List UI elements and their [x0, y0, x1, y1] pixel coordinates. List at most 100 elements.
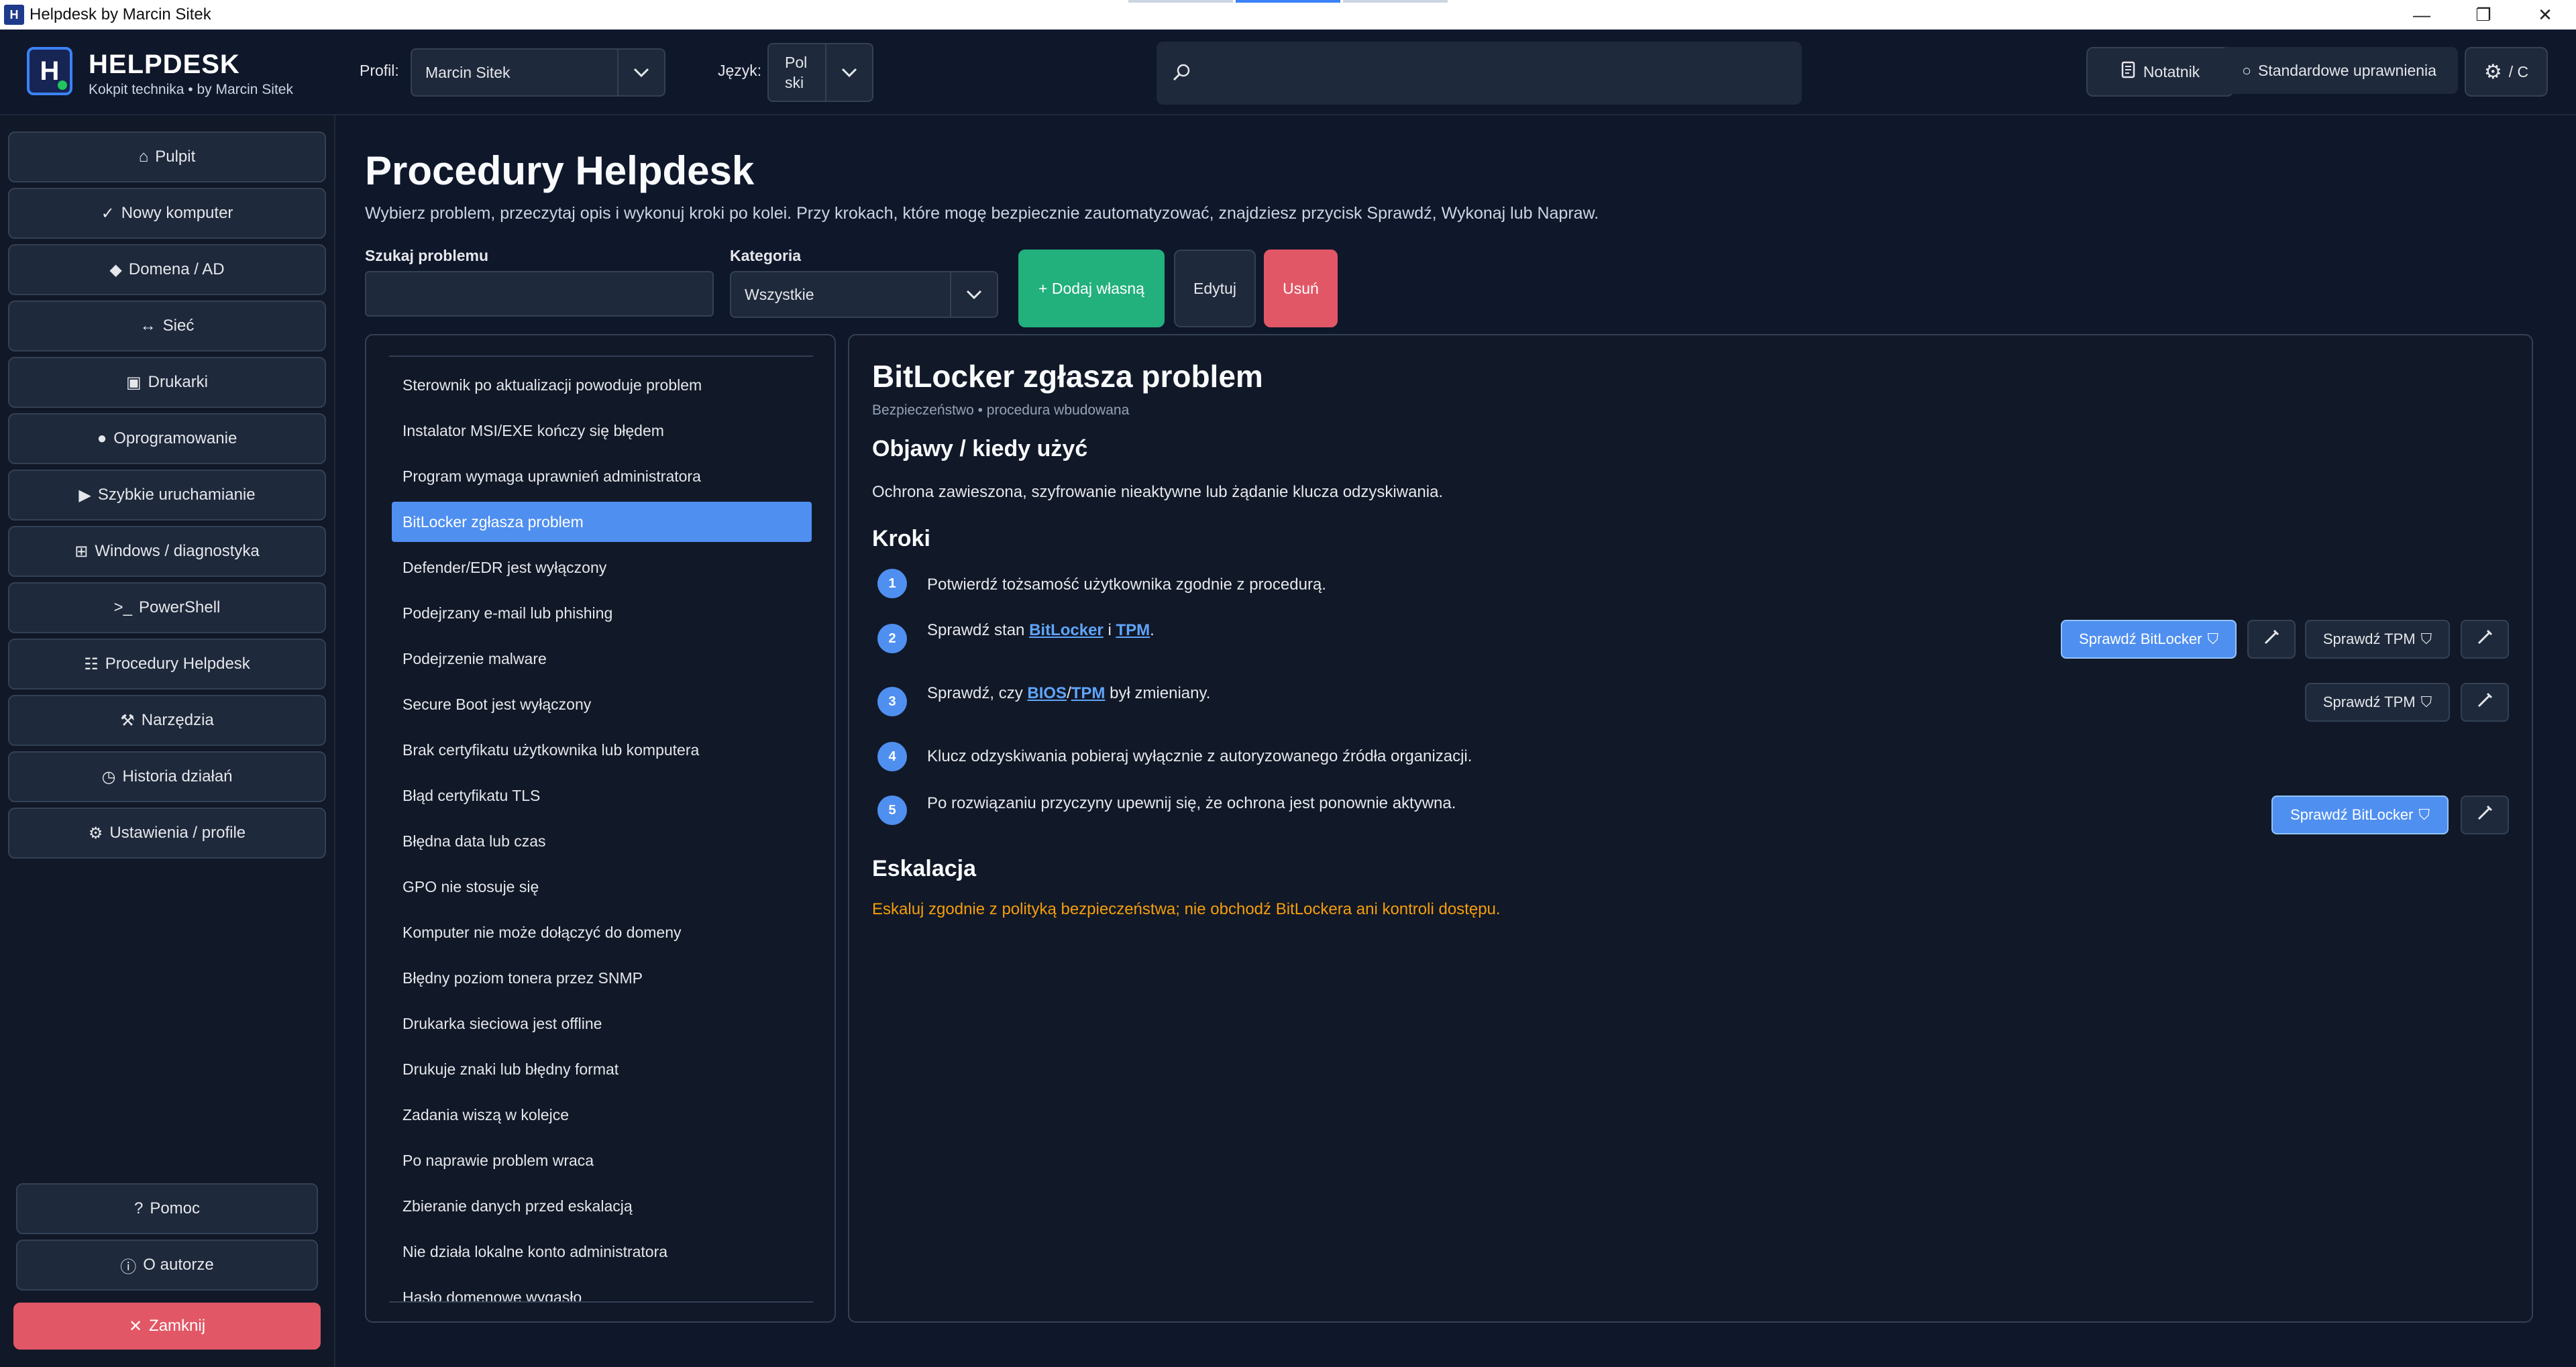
- close-window-button[interactable]: ✕: [2514, 0, 2576, 30]
- list-item[interactable]: Drukarka sieciowa jest offline: [392, 1003, 812, 1044]
- procedure-subtitle: Bezpieczeństwo • procedura wbudowana: [872, 402, 1130, 418]
- about-button[interactable]: ⓘ O autorze: [16, 1240, 318, 1291]
- edit-step-button[interactable]: [2461, 796, 2509, 834]
- sidebar-item-procedures[interactable]: ☷ Procedury Helpdesk: [8, 639, 326, 690]
- sidebar-item-powershell[interactable]: >_ PowerShell: [8, 582, 326, 633]
- procedure-list[interactable]: Sterownik po aktualizacji powoduje probl…: [389, 356, 813, 1303]
- list-item[interactable]: Defender/EDR jest wyłączony: [392, 547, 812, 588]
- list-item[interactable]: Hasło domenowe wygasło: [392, 1277, 812, 1302]
- shield-icon: ⛉: [2420, 694, 2432, 710]
- check-tpm-button[interactable]: Sprawdź TPM ⛉: [2305, 620, 2450, 659]
- list-item[interactable]: Błędna data lub czas: [392, 821, 812, 861]
- procedure-title: BitLocker zgłasza problem: [872, 359, 1263, 394]
- tools-icon: ⚒: [120, 711, 135, 730]
- sidebar-item-printers[interactable]: ▣ Drukarki: [8, 357, 326, 408]
- sidebar-item-tools[interactable]: ⚒ Narzędzia: [8, 695, 326, 746]
- status-dot: [58, 80, 67, 90]
- help-button[interactable]: ? Pomoc: [16, 1183, 318, 1234]
- list-item[interactable]: Program wymaga uprawnień administratora: [392, 456, 812, 496]
- printer-icon: ▣: [125, 373, 142, 392]
- edit-procedure-button[interactable]: Edytuj: [1174, 250, 1256, 327]
- language-select[interactable]: Pol ski: [767, 43, 873, 102]
- list-item-selected[interactable]: BitLocker zgłasza problem: [392, 502, 812, 542]
- check-bitlocker-button[interactable]: Sprawdź BitLocker ⛉: [2061, 620, 2237, 659]
- app-header: H HELPDESK Kokpit technika • by Marcin S…: [0, 30, 2576, 115]
- profile-select[interactable]: Marcin Sitek: [411, 48, 665, 97]
- close-app-button[interactable]: ✕ Zamknij: [13, 1303, 321, 1350]
- sidebar: ⌂ Pulpit ✓ Nowy komputer ◆ Domena / AD ↔ Sie…: [0, 115, 335, 1367]
- profile-label: Profil:: [360, 62, 399, 79]
- tpm-link[interactable]: TPM: [1116, 621, 1150, 639]
- sidebar-item-new-computer[interactable]: ✓ Nowy komputer: [8, 188, 326, 239]
- list-item[interactable]: Nie działa lokalne konto administratora: [392, 1232, 812, 1272]
- list-item[interactable]: Sterownik po aktualizacji powoduje probl…: [392, 365, 812, 405]
- restore-button[interactable]: ❐: [2453, 0, 2514, 30]
- list-item[interactable]: Błąd certyfikatu TLS: [392, 775, 812, 816]
- add-procedure-button[interactable]: + Dodaj własną: [1018, 250, 1165, 327]
- help-icon: ?: [133, 1199, 144, 1217]
- symptoms-text: Ochrona zawieszona, szyfrowanie nieaktyw…: [872, 483, 1444, 501]
- procedure-list-panel: Sterownik po aktualizacji powoduje probl…: [365, 334, 836, 1323]
- bios-link[interactable]: BIOS: [1027, 684, 1067, 702]
- sidebar-item-windows-diagnostics[interactable]: ⊞ Windows / diagnostyka: [8, 526, 326, 577]
- list-item[interactable]: Secure Boot jest wyłączony: [392, 684, 812, 724]
- play-icon: ▶: [78, 486, 91, 504]
- step-number: 2: [877, 624, 907, 653]
- list-item[interactable]: Drukuje znaki lub błędny format: [392, 1049, 812, 1089]
- language-label: Język:: [718, 62, 762, 79]
- check-tpm-button[interactable]: Sprawdź TPM ⛉: [2305, 683, 2450, 722]
- sidebar-item-settings[interactable]: ⚙ Ustawienia / profile: [8, 808, 326, 859]
- edit-step-button[interactable]: [2461, 683, 2509, 722]
- page-title: Procedury Helpdesk: [365, 148, 755, 193]
- brand-title: HELPDESK: [89, 50, 240, 79]
- shield-icon: ⛉: [2207, 631, 2218, 647]
- chevron-down-icon: [617, 50, 664, 95]
- list-item[interactable]: Brak certyfikatu użytkownika lub kompute…: [392, 730, 812, 770]
- category-value: Wszystkie: [745, 285, 814, 303]
- window-titlebar: H Helpdesk by Marcin Sitek — ❐ ✕: [0, 0, 2576, 30]
- pencil-icon: [2475, 804, 2494, 826]
- theme-settings-button[interactable]: ⚙ / C: [2465, 47, 2548, 97]
- sidebar-item-domain[interactable]: ◆ Domena / AD: [8, 244, 326, 295]
- step-number: 5: [877, 796, 907, 825]
- list-item[interactable]: Instalator MSI/EXE kończy się błędem: [392, 411, 812, 451]
- tpm-link[interactable]: TPM: [1071, 684, 1106, 702]
- problem-search-input[interactable]: [365, 271, 714, 317]
- symptoms-heading: Objawy / kiedy użyć: [872, 436, 1088, 461]
- permissions-badge[interactable]: ○ Standardowe uprawnienia: [2220, 47, 2458, 94]
- check-bitlocker-button[interactable]: Sprawdź BitLocker ⛉: [2271, 796, 2449, 834]
- list-item[interactable]: Po naprawie problem wraca: [392, 1140, 812, 1181]
- list-item[interactable]: Zadania wiszą w kolejce: [392, 1095, 812, 1135]
- edit-step-button[interactable]: [2247, 620, 2296, 659]
- steps-heading: Kroki: [872, 526, 930, 551]
- step-text: Sprawdź, czy BIOS/TPM był zmieniany.: [927, 684, 1211, 702]
- notebook-button[interactable]: Notatnik: [2086, 47, 2234, 97]
- info-icon: ⓘ: [120, 1258, 137, 1276]
- sidebar-item-software[interactable]: ● Oprogramowanie: [8, 413, 326, 464]
- profile-value: Marcin Sitek: [425, 63, 511, 81]
- list-item[interactable]: Komputer nie może dołączyć do domeny: [392, 912, 812, 952]
- sidebar-item-network[interactable]: ↔ Sieć: [8, 300, 326, 351]
- list-item[interactable]: Podejrzenie malware: [392, 639, 812, 679]
- check-icon: ✓: [101, 204, 115, 223]
- close-icon: ✕: [128, 1317, 143, 1335]
- delete-procedure-button[interactable]: Usuń: [1264, 250, 1338, 327]
- global-search-input[interactable]: [1157, 42, 1802, 105]
- list-item[interactable]: Podejrzany e-mail lub phishing: [392, 593, 812, 633]
- shield-icon: ⛉: [2418, 806, 2430, 823]
- sidebar-item-quick-launch[interactable]: ▶ Szybkie uruchamianie: [8, 470, 326, 521]
- edit-step-button[interactable]: [2461, 620, 2509, 659]
- shield-icon: ⛉: [2420, 631, 2432, 647]
- dot-icon: ●: [97, 429, 107, 447]
- clock-icon: ◷: [101, 767, 116, 786]
- list-item[interactable]: GPO nie stosuje się: [392, 867, 812, 907]
- sidebar-item-history[interactable]: ◷ Historia działań: [8, 751, 326, 802]
- category-select[interactable]: Wszystkie: [730, 271, 998, 318]
- list-item[interactable]: Zbieranie danych przed eskalacją: [392, 1186, 812, 1226]
- list-item[interactable]: Błędny poziom tonera przez SNMP: [392, 958, 812, 998]
- pencil-icon: [2475, 628, 2494, 651]
- bitlocker-link[interactable]: BitLocker: [1029, 621, 1104, 639]
- sidebar-item-pulpit[interactable]: ⌂ Pulpit: [8, 131, 326, 182]
- minimize-button[interactable]: —: [2391, 0, 2453, 30]
- chevron-down-icon: [825, 44, 872, 101]
